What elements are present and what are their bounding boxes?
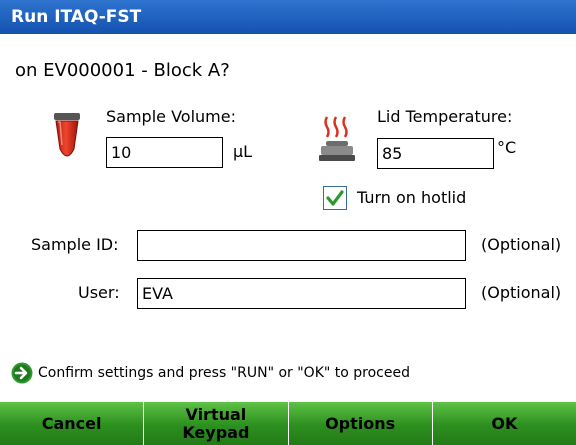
- user-optional-note: (Optional): [481, 283, 562, 302]
- run-target-subtitle: on EV000001 - Block A?: [15, 60, 230, 81]
- lid-temperature-input[interactable]: 85: [377, 138, 494, 169]
- checkmark-icon: [326, 190, 344, 206]
- sample-volume-input[interactable]: 10: [106, 137, 223, 168]
- window-title: Run ITAQ-FST: [0, 0, 576, 34]
- virtual-keypad-button[interactable]: Virtual Keypad: [144, 402, 289, 445]
- sample-volume-label: Sample Volume:: [106, 107, 236, 126]
- hotlid-label: Turn on hotlid: [357, 188, 467, 207]
- user-label: User:: [78, 283, 120, 302]
- ok-button[interactable]: OK: [432, 402, 576, 445]
- softkey-bar: Cancel Virtual Keypad Options OK: [0, 402, 576, 445]
- sample-id-label: Sample ID:: [31, 235, 119, 254]
- sample-volume-unit: µL: [233, 142, 253, 161]
- sample-tube-icon: [52, 111, 82, 165]
- cancel-button[interactable]: Cancel: [0, 402, 145, 445]
- hotlid-checkbox[interactable]: [323, 186, 347, 210]
- sample-id-optional-note: (Optional): [481, 235, 562, 254]
- lid-temperature-unit: °C: [497, 138, 517, 157]
- heated-lid-icon: [317, 113, 357, 163]
- user-input[interactable]: EVA: [137, 278, 466, 309]
- sample-id-input[interactable]: [137, 230, 466, 261]
- lid-temperature-label: Lid Temperature:: [377, 107, 513, 126]
- hint-text: Confirm settings and press "RUN" or "OK"…: [38, 365, 410, 381]
- arrow-right-circle-icon: [11, 362, 33, 384]
- options-button[interactable]: Options: [288, 402, 433, 445]
